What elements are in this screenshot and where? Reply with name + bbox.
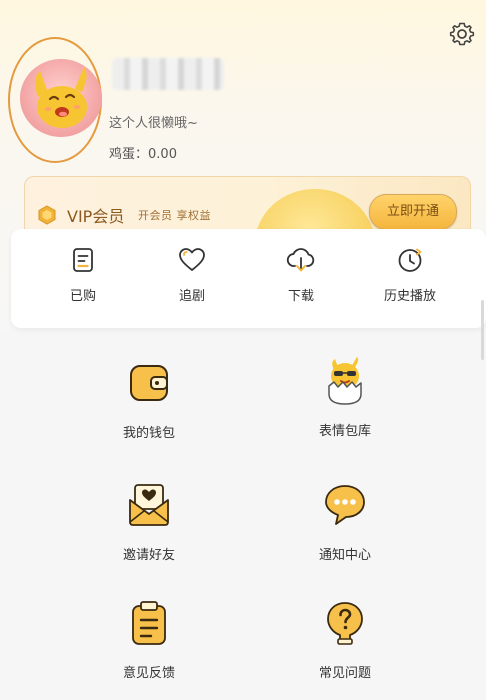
menu-item-label: 表情包库 [318,424,371,439]
quick-item-history[interactable]: 历史播放 [365,247,455,317]
clipboard-icon [132,601,166,645]
question-icon [327,602,363,645]
menu-item-label: 常见问题 [318,666,371,681]
avatar[interactable] [20,59,102,137]
history-icon [398,248,422,272]
quick-item-download[interactable]: 下载 [256,247,346,317]
quick-item-label: 下载 [287,289,314,304]
scrollbar[interactable] [481,300,484,360]
vip-subtitle: 开会员 享权益 [138,209,211,222]
egg-balance-label: 鸡蛋： [109,147,149,162]
bio-text: 这个人很懒哦~ [109,116,198,131]
menu-item-label: 通知中心 [318,548,371,563]
menu-item-label: 邀请好友 [122,548,175,563]
sticker-icon [328,357,362,405]
menu-item-notifications[interactable]: 通知中心 [275,482,415,582]
egg-balance: 鸡蛋：0.00 [109,143,177,162]
menu-item-label: 我的钱包 [122,426,175,441]
menu-item-label: 意见反馈 [122,666,175,681]
quick-item-following[interactable]: 追剧 [147,247,237,317]
menu-item-invite[interactable]: 邀请好友 [79,482,219,582]
quick-item-label: 历史播放 [383,289,436,304]
chick-avatar-icon [34,67,87,128]
quick-item-label: 已购 [69,289,96,304]
vip-activate-button[interactable]: 立即开通 [369,194,457,230]
invite-envelope-icon [129,484,169,526]
chat-bubble-icon [325,485,365,525]
menu-item-wallet[interactable]: 我的钱包 [79,360,219,460]
menu-item-stickers[interactable]: 表情包库 [275,356,415,456]
heart-icon [179,248,205,271]
quick-item-purchased[interactable]: 已购 [38,247,128,317]
egg-balance-value: 0.00 [148,147,177,162]
quick-item-label: 追剧 [178,289,205,304]
purchased-icon [73,248,93,272]
vip-title: VIP会员 [67,207,125,226]
wallet-icon [130,365,168,401]
download-icon [286,248,315,272]
menu-item-feedback[interactable]: 意见反馈 [79,600,219,700]
menu-item-faq[interactable]: 常见问题 [275,600,415,700]
username-redacted [112,58,224,90]
settings-gear-icon[interactable] [448,20,476,48]
vip-crown-icon [38,205,56,225]
quick-actions-card: 已购 追剧 下载 历史播放 [11,229,486,328]
